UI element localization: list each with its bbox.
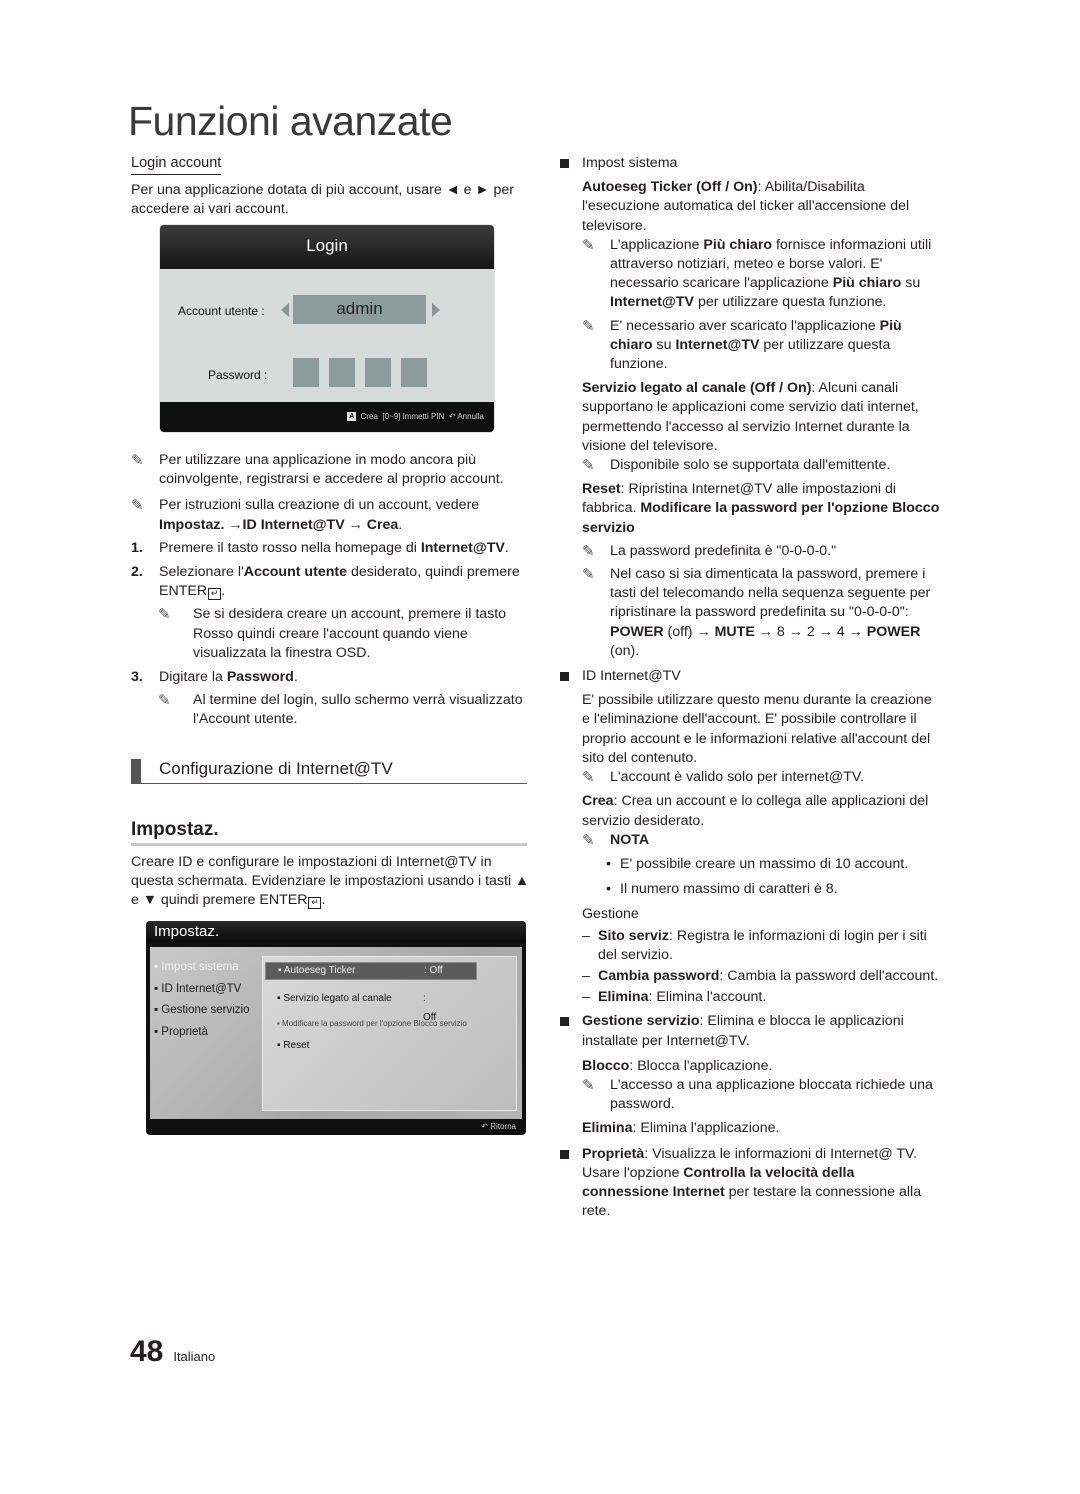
pin-digit-3[interactable]	[365, 358, 391, 387]
page-number: 48	[130, 1335, 164, 1368]
note-pencil-icon: ✎	[131, 452, 144, 469]
return-hint[interactable]: Ritorna	[490, 1122, 516, 1131]
note: ✎ L'accesso a una applicazione bloccata …	[582, 1076, 933, 1113]
id-internet-tv-heading: ID Internet@TV	[558, 667, 942, 686]
note-pencil-icon: ✎	[582, 317, 595, 335]
login-instructions: ✎ Per utilizzare una applicazione in mod…	[131, 451, 527, 730]
square-bullet-icon	[560, 1017, 569, 1027]
page-language: Italiano	[173, 1349, 216, 1364]
account-label: Account utente :	[178, 304, 265, 318]
pin-digit-2[interactable]	[329, 358, 355, 387]
nota-heading: ✎ NOTA	[582, 831, 650, 849]
option-servizio-canale[interactable]: ▪ Servizio legato al canale : Off	[277, 989, 436, 1023]
gestione-item: – Sito serviz: Registra le informazioni d…	[582, 927, 927, 963]
note: ✎ Nel caso si sia dimenticata la passwor…	[582, 566, 931, 659]
right-column: Impost sistema Autoeseg Ticker (Off / On…	[558, 154, 942, 1221]
option-autoeseg-ticker[interactable]: ▪ Autoeseg Ticker : Off	[265, 962, 477, 980]
impostaz-intro: Creare ID e configurare le impostazioni …	[131, 854, 530, 910]
gestione-servizio-desc: Gestione servizio: Elimina e blocca le a…	[558, 1012, 942, 1050]
id-desc: E' possibile utilizzare questo menu dura…	[582, 692, 932, 766]
autoeseg-desc: Autoeseg Ticker (Off / On): Abilita/Disa…	[582, 179, 910, 234]
account-selector[interactable]: admin	[293, 295, 426, 324]
login-account-heading: Login account	[131, 154, 222, 176]
step-2: 2. Selezionare l'Account utente desidera…	[131, 564, 520, 601]
note-pencil-icon: ✎	[582, 1076, 595, 1094]
pin-digit-4[interactable]	[401, 358, 427, 387]
note-pencil-icon: ✎	[582, 566, 595, 584]
note-pencil-icon: ✎	[158, 692, 171, 710]
menu-item-gestione-servizio[interactable]: ▪ Gestione servizio	[154, 1000, 269, 1022]
option-modifica-password[interactable]: ▪ Modificare la password per l'opzione B…	[277, 1014, 467, 1033]
cancel-hint[interactable]: Annulla	[457, 412, 484, 421]
square-bullet-icon	[560, 159, 569, 168]
step-3-note: ✎ Al termine del login, sullo schermo ve…	[158, 692, 523, 728]
note: ✎ Per utilizzare una applicazione in mod…	[131, 452, 504, 488]
note-pencil-icon: ✎	[582, 236, 595, 254]
create-hint[interactable]: Crea	[361, 412, 378, 421]
section-bar	[131, 759, 141, 783]
square-bullet-icon	[560, 672, 569, 682]
impostaz-options-panel: ▪ Autoeseg Ticker : Off ▪ Servizio legat…	[262, 956, 517, 1111]
note-pencil-icon: ✎	[582, 457, 595, 475]
step-2-note: ✎ Se si desidera creare un account, prem…	[158, 606, 507, 661]
note-pencil-icon: ✎	[582, 542, 595, 560]
left-column: Login account Per una applicazione dotat…	[131, 154, 527, 220]
impostaz-osd-title: Impostaz.	[146, 921, 526, 942]
login-osd-body: Account utente : admin Password :	[160, 269, 494, 402]
impostaz-heading: Impostaz.	[131, 816, 527, 846]
servizio-desc: Servizio legato al canale (Off / On): Al…	[582, 380, 919, 454]
impost-sistema-heading: Impost sistema	[558, 154, 942, 173]
note: ✎ Disponibile solo se supportata dall'em…	[582, 457, 891, 475]
password-label: Password :	[208, 368, 268, 382]
impostaz-menu: ▪ Impost sistema ▪ ID Internet@TV ▪ Gest…	[154, 957, 269, 1043]
note-pencil-icon: ✎	[582, 769, 595, 787]
step-3: 3. Digitare la Password.	[131, 669, 298, 686]
note-pencil-icon: ✎	[582, 831, 595, 849]
arrow-left-icon[interactable]	[281, 303, 289, 317]
login-osd: Login Account utente : admin Password : …	[160, 225, 494, 432]
return-icon: ↶	[448, 412, 456, 421]
impostaz-osd-footer: ↶ Ritorna	[146, 1121, 526, 1135]
elimina-desc: Elimina: Elimina l'applicazione.	[582, 1120, 780, 1137]
pin-digit-1[interactable]	[293, 358, 319, 387]
page-footer: 48 Italiano	[130, 1335, 215, 1369]
menu-item-impost-sistema[interactable]: ▪ Impost sistema	[154, 957, 269, 979]
login-osd-footer: A Crea [0~9] Immetti PIN ↶ Annulla	[160, 402, 494, 432]
impostaz-osd: Impostaz. ▪ Impost sistema ▪ ID Internet…	[146, 921, 526, 1135]
nota-item: • Il numero massimo di caratteri è 8.	[606, 881, 838, 898]
gestione-item: – Elimina: Elimina l'account.	[582, 989, 767, 1006]
proprieta-desc: Proprietà: Visualizza le informazioni di…	[558, 1145, 942, 1222]
note-pencil-icon: ✎	[158, 606, 171, 624]
blocco-desc: Blocco: Blocca l'applicazione.	[582, 1057, 773, 1074]
option-reset[interactable]: ▪ Reset	[277, 1036, 309, 1055]
square-bullet-icon	[560, 1149, 569, 1159]
note: ✎ L'account è valido solo per internet@T…	[582, 769, 864, 787]
note: ✎ L'applicazione Più chiaro fornisce inf…	[582, 236, 932, 311]
reset-desc: Reset: Ripristina Internet@TV alle impos…	[582, 481, 940, 536]
menu-item-proprieta[interactable]: ▪ Proprietà	[154, 1022, 269, 1044]
note: ✎ Per istruzioni sulla creazione di un a…	[131, 497, 480, 533]
arrow-right-icon[interactable]	[432, 303, 440, 317]
a-key-icon: A	[347, 412, 357, 422]
gestione-heading: Gestione	[582, 906, 639, 923]
crea-desc: Crea: Crea un account e lo collega alle …	[582, 793, 929, 829]
login-account-text: Per una applicazione dotata di più accou…	[131, 182, 515, 218]
pin-hint: [0~9] Immetti PIN	[382, 412, 445, 421]
step-1: 1. Premere il tasto rosso nella homepage…	[131, 539, 509, 556]
enter-key-icon: ↵	[208, 588, 222, 601]
return-icon: ↶	[481, 1122, 488, 1131]
impostaz-osd-body: ▪ Impost sistema ▪ ID Internet@TV ▪ Gest…	[150, 947, 522, 1119]
enter-key-icon: ↵	[308, 897, 322, 910]
gestione-item: – Cambia password: Cambia la password del…	[582, 967, 939, 984]
nota-item: • E' possibile creare un massimo di 10 ac…	[606, 855, 909, 872]
note: ✎ E' necessario aver scaricato l'applica…	[582, 317, 902, 373]
note-pencil-icon: ✎	[131, 497, 144, 515]
note: ✎ La password predefinita è "0-0-0-0."	[582, 542, 837, 560]
section-heading: Configurazione di Internet@TV	[131, 756, 527, 784]
login-osd-title: Login	[160, 225, 494, 269]
page-title: Funzioni avanzate	[128, 98, 453, 144]
menu-item-id-internet-tv[interactable]: ▪ ID Internet@TV	[154, 979, 269, 1001]
